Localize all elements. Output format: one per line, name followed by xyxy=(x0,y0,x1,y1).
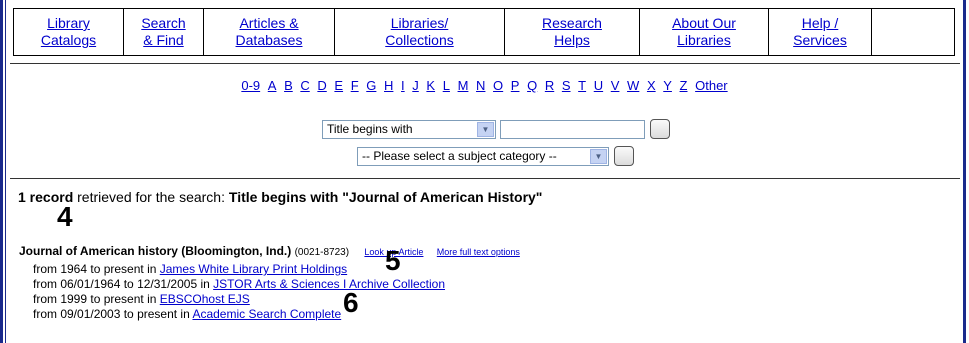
subject-category-selected: -- Please select a subject category -- xyxy=(362,149,557,163)
nav-cell-library-catalogs: Library Catalogs xyxy=(14,9,124,55)
nav-cell-about-our-libraries: About Our Libraries xyxy=(640,9,769,55)
chevron-down-icon: ▼ xyxy=(477,121,494,137)
alphabet-index: 0-9 A B C D E F G H I J K L M N O P Q R … xyxy=(0,78,969,93)
window-frame-left xyxy=(0,0,6,343)
alphabet-link[interactable]: M xyxy=(458,78,469,93)
nav-link-help-services[interactable]: Help / Services xyxy=(793,15,847,49)
holding-range: from 1999 to present in xyxy=(33,292,160,306)
nav-cell-search-find: Search & Find xyxy=(124,9,204,55)
alphabet-link[interactable]: Q xyxy=(527,78,537,93)
alphabet-link[interactable]: S xyxy=(562,78,571,93)
results-retrieved-text: retrieved for the search: xyxy=(73,189,229,205)
alphabet-link[interactable]: J xyxy=(412,78,419,93)
divider-top xyxy=(10,63,960,64)
alphabet-link[interactable]: 0-9 xyxy=(241,78,260,93)
alphabet-link[interactable]: Z xyxy=(680,78,688,93)
record-issn: (0021-8723) xyxy=(294,247,350,258)
alphabet-link[interactable]: E xyxy=(334,78,343,93)
holding-row: from 1964 to present in James White Libr… xyxy=(33,262,347,276)
nav-cell-help-services: Help / Services xyxy=(769,9,872,55)
alphabet-link[interactable]: U xyxy=(594,78,603,93)
title-search-submit-button[interactable] xyxy=(650,119,670,139)
nav-cell-empty xyxy=(872,9,954,55)
callout-number-6: 6 xyxy=(343,287,359,318)
record-entry: Journal of American history (Bloomington… xyxy=(19,244,520,258)
nav-cell-research-helps: Research Helps xyxy=(505,9,640,55)
divider-bottom xyxy=(10,178,960,179)
chevron-down-icon: ▼ xyxy=(590,148,607,164)
alphabet-link[interactable]: D xyxy=(317,78,326,93)
nav-link-library-catalogs[interactable]: Library Catalogs xyxy=(41,15,96,49)
alphabet-link[interactable]: F xyxy=(351,78,359,93)
search-type-selected: Title begins with xyxy=(327,122,413,136)
holding-range: from 09/01/2003 to present in xyxy=(33,307,193,321)
top-navigation: Library Catalogs Search & Find Articles … xyxy=(13,8,955,56)
subject-search-row: -- Please select a subject category -- ▼ xyxy=(357,146,634,166)
alphabet-link[interactable]: H xyxy=(384,78,393,93)
holding-source-link[interactable]: James White Library Print Holdings xyxy=(160,262,347,276)
title-search-row: Title begins with ▼ xyxy=(322,119,670,139)
alphabet-link[interactable]: V xyxy=(611,78,620,93)
alphabet-link[interactable]: C xyxy=(300,78,309,93)
alphabet-link[interactable]: K xyxy=(426,78,435,93)
title-search-input[interactable] xyxy=(500,119,645,139)
nav-cell-libraries-collections: Libraries/ Collections xyxy=(335,9,505,55)
alphabet-link[interactable]: I xyxy=(401,78,405,93)
holding-source-link[interactable]: Academic Search Complete xyxy=(192,307,341,321)
alphabet-link[interactable]: O xyxy=(493,78,503,93)
alphabet-link[interactable]: P xyxy=(511,78,520,93)
nav-link-search-find[interactable]: Search & Find xyxy=(141,15,185,49)
subject-search-submit-button[interactable] xyxy=(614,146,634,166)
alphabet-link[interactable]: G xyxy=(366,78,376,93)
callout-number-4: 4 xyxy=(57,201,73,232)
holding-row: from 1999 to present in EBSCOhost EJS xyxy=(33,292,250,306)
alphabet-link[interactable]: B xyxy=(284,78,293,93)
alphabet-link[interactable]: W xyxy=(627,78,639,93)
nav-link-about-our-libraries[interactable]: About Our Libraries xyxy=(672,15,736,49)
alphabet-link[interactable]: N xyxy=(476,78,485,93)
holding-row: from 09/01/2003 to present in Academic S… xyxy=(33,307,341,321)
nav-link-research-helps[interactable]: Research Helps xyxy=(542,15,602,49)
callout-number-5: 5 xyxy=(385,245,401,276)
results-query: Title begins with "Journal of American H… xyxy=(228,189,543,205)
alphabet-link[interactable]: Other xyxy=(695,78,728,93)
holding-source-link[interactable]: EBSCOhost EJS xyxy=(160,292,250,306)
alphabet-link[interactable]: L xyxy=(443,78,450,93)
nav-link-articles-databases[interactable]: Articles & Databases xyxy=(236,15,303,49)
results-summary: 1 record retrieved for the search: Title… xyxy=(18,189,542,205)
holding-row: from 06/01/1964 to 12/31/2005 in JSTOR A… xyxy=(33,277,445,291)
subject-category-select[interactable]: -- Please select a subject category -- ▼ xyxy=(357,146,609,166)
alphabet-link[interactable]: X xyxy=(647,78,656,93)
alphabet-link[interactable]: R xyxy=(545,78,554,93)
alphabet-link[interactable]: T xyxy=(578,78,586,93)
holding-source-link[interactable]: JSTOR Arts & Sciences I Archive Collecti… xyxy=(213,277,445,291)
alphabet-link[interactable]: Y xyxy=(663,78,672,93)
search-type-select[interactable]: Title begins with ▼ xyxy=(322,119,496,139)
nav-cell-articles-databases: Articles & Databases xyxy=(204,9,335,55)
window-frame-right xyxy=(963,0,969,343)
holding-range: from 1964 to present in xyxy=(33,262,160,276)
holding-range: from 06/01/1964 to 12/31/2005 in xyxy=(33,277,214,291)
alphabet-link[interactable]: A xyxy=(268,78,277,93)
nav-link-libraries-collections[interactable]: Libraries/ Collections xyxy=(385,15,453,49)
more-full-text-options-link[interactable]: More full text options xyxy=(437,247,520,257)
record-title: Journal of American history (Bloomington… xyxy=(19,244,292,258)
